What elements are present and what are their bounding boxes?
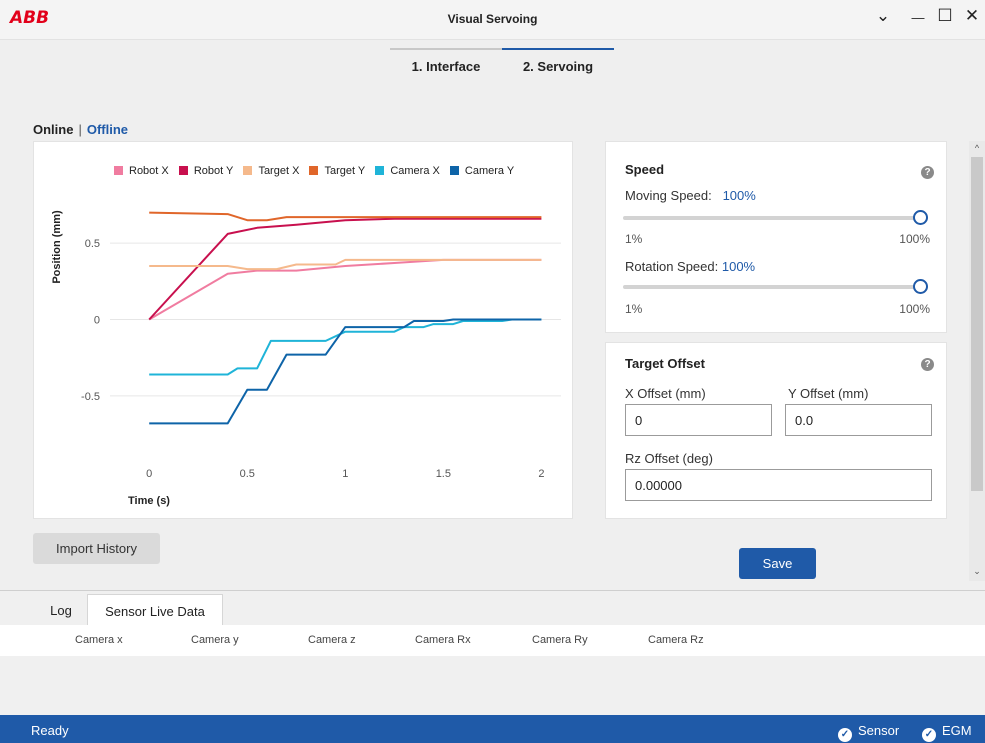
x-tick-label: 1.5 <box>436 468 451 480</box>
x-offset-label: X Offset (mm) <box>625 386 706 401</box>
moving-speed-min: 1% <box>625 232 643 246</box>
help-icon[interactable]: ? <box>921 166 934 179</box>
column-camera-y: Camera y <box>191 634 239 646</box>
mode-separator: | <box>78 122 82 137</box>
moving-speed-slider[interactable] <box>623 210 928 225</box>
x-axis-label: Time (s) <box>128 495 170 507</box>
scrollbar-thumb[interactable] <box>971 157 983 491</box>
status-text: Ready <box>31 723 69 738</box>
online-toggle[interactable]: Online <box>33 122 73 137</box>
tab-sensor-live-data[interactable]: Sensor Live Data <box>87 594 223 626</box>
series-line-target-x <box>149 258 542 271</box>
title-bar: ABB Visual Servoing ⌄ — ☐ ✕ <box>0 0 985 40</box>
column-camera-z: Camera z <box>308 634 356 646</box>
position-chart-panel: Robot X Robot Y Target X Target Y Camera… <box>33 141 573 519</box>
tab-log[interactable]: Log <box>35 594 87 626</box>
sensor-table-header: Camera x Camera y Camera z Camera Rx Cam… <box>0 625 985 656</box>
y-tick-label: 0 <box>94 315 100 327</box>
series-line-camera-y <box>149 318 542 425</box>
rz-offset-field[interactable]: 0.00000 <box>625 469 932 501</box>
minimize-button[interactable]: — <box>907 10 929 25</box>
moving-speed-text: Moving Speed: <box>625 188 712 203</box>
x-tick-label: 2 <box>538 468 544 480</box>
tab-servoing[interactable]: 2. Servoing <box>502 48 614 78</box>
x-tick-label: 0.5 <box>240 468 255 480</box>
series-line-robot-x <box>148 258 542 321</box>
column-camera-x: Camera x <box>75 634 123 646</box>
scroll-up-icon[interactable]: ^ <box>969 143 985 153</box>
check-circle-icon: ✓ <box>838 728 852 742</box>
series-line-robot-y <box>148 217 542 321</box>
help-icon[interactable]: ? <box>921 358 934 371</box>
target-offset-panel: Target Offset ? X Offset (mm) Y Offset (… <box>605 342 947 519</box>
rotation-speed-value: 100% <box>721 259 756 274</box>
column-camera-rx: Camera Rx <box>415 634 471 646</box>
speed-title: Speed <box>625 162 665 177</box>
import-history-button[interactable]: Import History <box>33 533 160 564</box>
x-offset-field[interactable]: 0 <box>625 404 772 436</box>
window-title: Visual Servoing <box>447 12 538 26</box>
sensor-status-label: Sensor <box>858 723 900 738</box>
chevron-down-icon[interactable]: ⌄ <box>872 6 894 26</box>
moving-speed-value: 100% <box>722 188 756 203</box>
close-button[interactable]: ✕ <box>961 6 983 26</box>
status-bar: Ready ✓ Sensor ✓ EGM <box>0 715 985 743</box>
moving-speed-slider-handle[interactable] <box>913 210 928 225</box>
x-tick-label: 1 <box>342 468 348 480</box>
save-button[interactable]: Save <box>739 548 816 579</box>
rz-offset-label: Rz Offset (deg) <box>625 451 713 466</box>
rotation-speed-slider[interactable] <box>623 279 928 294</box>
y-offset-field[interactable]: 0.0 <box>785 404 932 436</box>
chart-plot: 0.5 0 -0.5 0 0.5 1 1.5 2 Time (s) Position (mm) <box>51 210 561 507</box>
rotation-speed-max: 100% <box>899 302 930 316</box>
egm-status: ✓ EGM <box>922 723 972 742</box>
maximize-button[interactable]: ☐ <box>934 6 956 26</box>
bottom-panel: Log Sensor Live Data Camera x Camera y C… <box>0 590 985 715</box>
column-camera-rz: Camera Rz <box>648 634 704 646</box>
target-offset-title: Target Offset <box>625 356 705 371</box>
vertical-scrollbar[interactable]: ^ ⌄ <box>969 141 985 581</box>
offline-toggle[interactable]: Offline <box>87 122 128 137</box>
y-tick-label: -0.5 <box>81 391 100 403</box>
rotation-speed-text: Rotation Speed: <box>625 259 719 274</box>
moving-speed-max: 100% <box>899 232 930 246</box>
rotation-speed-min: 1% <box>625 302 643 316</box>
rotation-speed-label: Rotation Speed: 100% <box>625 259 755 274</box>
mode-selector: Online | Offline <box>33 122 128 137</box>
y-axis-label: Position (mm) <box>51 210 63 284</box>
y-offset-label: Y Offset (mm) <box>788 386 869 401</box>
column-camera-ry: Camera Ry <box>532 634 588 646</box>
rotation-speed-slider-handle[interactable] <box>913 279 928 294</box>
tab-interface[interactable]: 1. Interface <box>390 48 502 78</box>
y-tick-label: 0.5 <box>85 238 100 250</box>
egm-status-label: EGM <box>942 723 972 738</box>
scroll-down-icon[interactable]: ⌄ <box>969 566 985 577</box>
speed-panel: Speed ? Moving Speed: 100% 1% 100% Rotat… <box>605 141 947 333</box>
sensor-status: ✓ Sensor <box>838 723 899 742</box>
x-tick-label: 0 <box>146 468 152 480</box>
check-circle-icon: ✓ <box>922 728 936 742</box>
moving-speed-label: Moving Speed: 100% <box>625 188 756 203</box>
